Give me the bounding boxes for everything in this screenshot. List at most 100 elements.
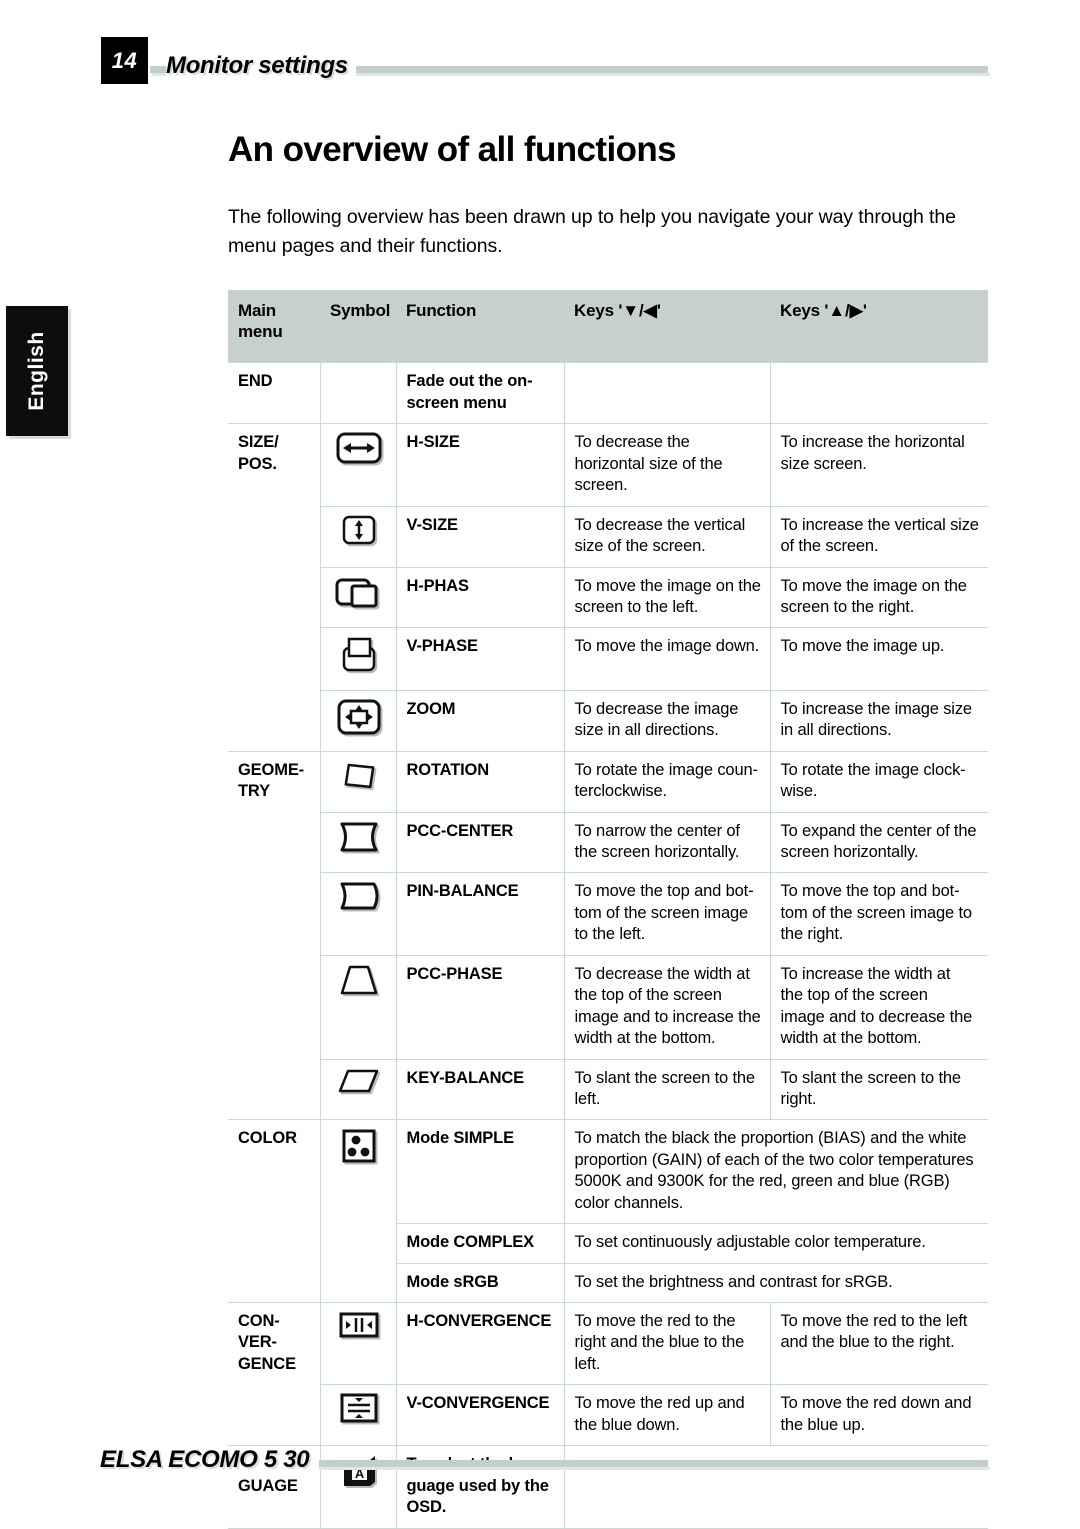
page-number-badge: 14 — [101, 37, 148, 84]
row-keys-up: To increase the horizontal size screen. — [770, 423, 988, 507]
row-function: Fade out the on-screen menu — [396, 362, 565, 424]
row-main-menu: SIZE/POS. — [228, 423, 321, 752]
col-header-main-menu: Main menu — [228, 290, 320, 363]
row-symbol — [320, 872, 397, 956]
table-head: Main menu Symbol Function Keys '▼/◀' Key… — [228, 290, 988, 363]
row-keys-up: To expand the center of the screen horiz… — [770, 811, 988, 873]
row-function: ZOOM — [396, 689, 565, 752]
keys-up-arrow-icons: ▲/▶ — [828, 301, 863, 320]
table-row: SIZE/POS. H-SIZE To decrease the horizon… — [228, 423, 988, 752]
row-function: Mode SIMPLE — [396, 1119, 565, 1224]
row-symbol — [320, 811, 397, 873]
language-side-tab-label: English — [25, 331, 48, 411]
row-keys-down: To move the red to the right and the blue… — [564, 1302, 771, 1385]
row-keys-down — [564, 362, 771, 424]
table-row: H-PHAS To move the image on the screen t… — [228, 566, 988, 628]
page-number: 14 — [111, 47, 138, 73]
page-title: An overview of all functions — [228, 130, 677, 169]
row-function: ROTATION — [396, 750, 565, 813]
h-size-icon — [336, 432, 382, 464]
row-keys-up: To move the image on the screen to the r… — [770, 566, 988, 628]
row-function: PIN-BALANCE — [396, 872, 565, 956]
row-keys-down: To move the image on the screen to the l… — [564, 566, 771, 628]
row-keys-down: To decrease the image size in all direct… — [564, 689, 771, 752]
row-keys-down: To move the top and bot-tom of the scree… — [564, 872, 771, 956]
zoom-icon — [337, 699, 381, 735]
row-function: KEY-BALANCE — [396, 1058, 565, 1120]
col-header-keys-up-quote: ' — [862, 301, 867, 320]
col-header-main-menu-line1: Main — [238, 301, 276, 320]
row-keys-down: To set continuously adjustable color tem… — [564, 1223, 988, 1264]
row-symbol — [320, 1302, 397, 1385]
row-keys-down: To set the brightness and contrast for s… — [564, 1262, 988, 1303]
row-symbol — [320, 566, 397, 628]
pcc-center-icon — [337, 821, 381, 853]
row-keys-up: To move the image up. — [770, 627, 988, 691]
row-symbol — [320, 1119, 397, 1303]
col-header-keys-down-quote: ' — [656, 301, 661, 320]
row-symbol — [320, 954, 397, 1060]
row-keys-down: To decrease the horizontal size of the s… — [564, 423, 771, 507]
footer-product-name: ELSA ECOMO 5 30 — [100, 1446, 320, 1474]
row-main-menu: GEOME- TRY — [228, 750, 321, 1120]
col-header-symbol: Symbol — [320, 290, 396, 363]
h-phase-icon — [335, 576, 383, 612]
row-function: H-PHAS — [396, 566, 565, 628]
row-keys-down: To slant the screen to the left. — [564, 1058, 771, 1120]
pcc-phase-icon — [338, 964, 380, 996]
row-function: PCC-PHASE — [396, 954, 565, 1060]
table-header-row: Main menu Symbol Function Keys '▼/◀' Key… — [228, 290, 988, 363]
row-symbol — [320, 750, 397, 813]
col-header-main-menu-line2: menu — [238, 321, 283, 341]
table-row: COLOR Mode SIMPLE To match the black the… — [228, 1119, 988, 1303]
row-keys-up: To increase the width at the top of the s… — [770, 954, 988, 1060]
functions-table: Main menu Symbol Function Keys '▼/◀' Key… — [228, 290, 988, 1529]
row-symbol — [320, 505, 397, 568]
table-row: CON- VER- GENCE H-CONVERGENCE To move the … — [228, 1302, 988, 1446]
rotation-icon — [338, 760, 380, 792]
table-row: GEOME- TRY ROTATION To rotate the image c… — [228, 750, 988, 1120]
row-keys-up: To move the red to the left and the blue … — [770, 1302, 988, 1385]
table-row: PCC-PHASE To decrease the width at the to… — [228, 954, 988, 1060]
keys-down-arrow-icons: ▼/◀ — [622, 301, 657, 320]
intro-paragraph: The following overview has been drawn up… — [228, 205, 956, 258]
row-symbol — [320, 1058, 397, 1120]
row-keys-up: To rotate the image clock-wise. — [770, 750, 988, 813]
running-header: 14 Monitor settings — [0, 0, 1080, 110]
row-function: V-SIZE — [396, 505, 565, 568]
language-side-tab: English — [6, 306, 68, 436]
row-keys-up: To slant the screen to the right. — [770, 1058, 988, 1120]
table-row: KEY-BALANCE To slant the screen to the le… — [228, 1058, 988, 1120]
row-keys-down: To move the image down. — [564, 627, 771, 691]
table-row: ZOOM To decrease the image size in all d… — [228, 689, 988, 752]
row-function: H-CONVERGENCE — [396, 1302, 565, 1385]
col-header-keys-down: Keys '▼/◀' — [564, 290, 770, 363]
row-keys-up: To increase the image size in all direct… — [770, 689, 988, 752]
table-row: END Fade out the on-screen menu — [228, 362, 988, 424]
table-row: V-PHASE To move the image down. To move … — [228, 627, 988, 691]
row-symbol — [320, 627, 397, 691]
row-function: Mode COMPLEX — [396, 1223, 565, 1264]
row-symbol — [320, 423, 397, 507]
row-keys-up — [770, 362, 988, 424]
table-row: V-SIZE To decrease the vertical size of … — [228, 505, 988, 568]
pin-balance-icon — [337, 881, 381, 911]
row-main-menu: COLOR — [228, 1119, 321, 1303]
v-size-icon — [342, 515, 376, 545]
row-function: PCC-CENTER — [396, 811, 565, 873]
row-keys-down: To decrease the width at the top of the s… — [564, 954, 771, 1060]
row-function: Mode sRGB — [396, 1262, 565, 1303]
page-footer: ELSA ECOMO 5 30 — [0, 1408, 1080, 1528]
col-header-keys-down-prefix: Keys ' — [574, 301, 623, 320]
color-icon — [341, 1128, 377, 1164]
table-row: PCC-CENTER To narrow the center of the s… — [228, 811, 988, 873]
col-header-function: Function — [396, 290, 564, 363]
h-convergence-icon — [339, 1311, 379, 1339]
col-header-keys-up-prefix: Keys ' — [780, 301, 829, 320]
col-header-keys-up: Keys '▲/▶' — [770, 290, 988, 363]
content-column: An overview of all functions The followi… — [228, 130, 988, 1529]
row-keys-up: To increase the vertical size of the scr… — [770, 505, 988, 568]
row-keys-up: To move the top and bot-tom of the scree… — [770, 872, 988, 956]
row-keys-down: To rotate the image coun-terclockwise. — [564, 750, 771, 813]
row-symbol — [320, 689, 397, 752]
